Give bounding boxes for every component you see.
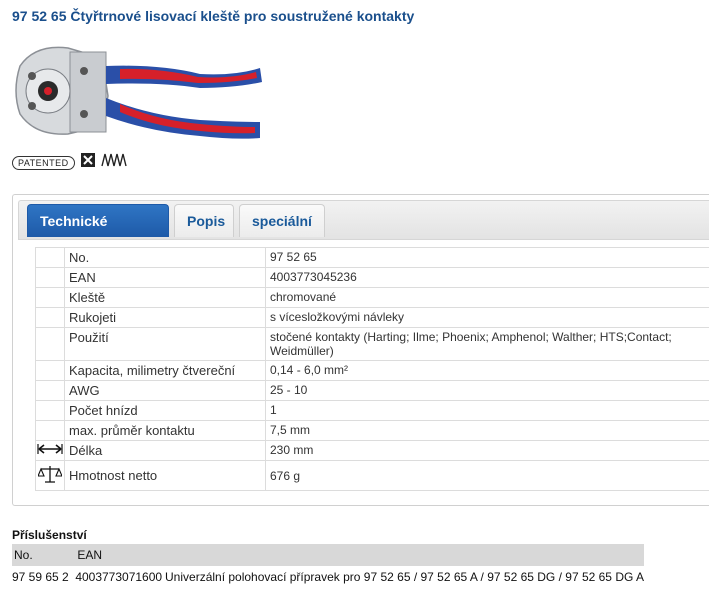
attribute-name: Kleště bbox=[64, 287, 266, 308]
attribute-value: s vícesložkovými návleky bbox=[265, 307, 709, 328]
attribute-name: AWG bbox=[64, 380, 266, 401]
accessory-description: Univerzální polohovací přípravek pro 97 … bbox=[165, 570, 644, 584]
accessory-no: 97 59 65 2 bbox=[12, 570, 69, 584]
attribute-name: Kapacita, milimetry čtvereční bbox=[64, 360, 266, 381]
tab-bar: Technické atributy Popis speciální bbox=[18, 200, 709, 262]
patented-badge: PATENTED bbox=[12, 155, 75, 170]
attribute-name: EAN bbox=[64, 267, 266, 288]
tab-description[interactable]: Popis bbox=[174, 204, 234, 237]
accessory-ean: 4003773071600 bbox=[75, 570, 163, 584]
table-row: 97 59 65 2 4003773071600 Univerzální pol… bbox=[12, 566, 644, 588]
page-title: 97 52 65 Čtyřtrnové lisovací kleště pro … bbox=[12, 8, 415, 24]
product-details-panel: Technické atributy Popis speciální No. 9… bbox=[12, 194, 709, 506]
attribute-name: Počet hnízd bbox=[64, 400, 266, 421]
table-row: Hmotnost netto 676 g bbox=[35, 460, 709, 491]
table-row: Použití stočené kontakty (Harting; Ilme;… bbox=[35, 327, 709, 361]
zigzag-icon bbox=[100, 153, 127, 172]
attribute-value: 0,14 - 6,0 mm² bbox=[265, 360, 709, 381]
attribute-value: 97 52 65 bbox=[265, 247, 709, 268]
technical-attributes-table: No. 97 52 65 EAN 4003773045236 Kleště ch… bbox=[35, 247, 709, 491]
attribute-name: No. bbox=[64, 247, 266, 268]
attribute-name: Použití bbox=[64, 327, 266, 361]
attribute-value: 676 g bbox=[265, 460, 709, 491]
attribute-value: stočené kontakty (Harting; Ilme; Phoenix… bbox=[265, 327, 709, 361]
table-row: Počet hnízd 1 bbox=[35, 400, 709, 421]
attribute-name: max. průměr kontaktu bbox=[64, 420, 266, 441]
table-row: No. 97 52 65 bbox=[35, 247, 709, 268]
length-arrows-icon bbox=[37, 444, 63, 458]
table-row: Rukojeti s vícesložkovými návleky bbox=[35, 307, 709, 328]
tab-special[interactable]: speciální bbox=[239, 204, 325, 237]
attribute-name: Hmotnost netto bbox=[64, 460, 266, 491]
table-row: EAN 4003773045236 bbox=[35, 267, 709, 288]
accessories-table: No. EAN 97 59 65 2 4003773071600 Univerz… bbox=[12, 544, 644, 588]
table-row: max. průměr kontaktu 7,5 mm bbox=[35, 420, 709, 441]
cross-square-icon bbox=[80, 153, 95, 172]
scale-icon bbox=[37, 466, 63, 487]
badge-row: PATENTED bbox=[12, 153, 127, 172]
attribute-value: 230 mm bbox=[265, 440, 709, 461]
attribute-value: chromované bbox=[265, 287, 709, 308]
table-row: Kleště chromované bbox=[35, 287, 709, 308]
column-header-ean: EAN bbox=[75, 544, 166, 566]
attribute-value: 1 bbox=[265, 400, 709, 421]
column-header-description bbox=[165, 544, 644, 566]
attribute-value: 4003773045236 bbox=[265, 267, 709, 288]
attribute-value: 25 - 10 bbox=[265, 380, 709, 401]
table-row: Délka 230 mm bbox=[35, 440, 709, 461]
product-image bbox=[15, 46, 262, 139]
accessories-title: Příslušenství bbox=[12, 528, 87, 542]
column-header-no: No. bbox=[12, 544, 76, 566]
table-header-row: No. EAN bbox=[12, 544, 644, 566]
attribute-name: Rukojeti bbox=[64, 307, 266, 328]
table-row: AWG 25 - 10 bbox=[35, 380, 709, 401]
tab-technical-attributes[interactable]: Technické atributy bbox=[27, 204, 169, 262]
table-row: Kapacita, milimetry čtvereční 0,14 - 6,0… bbox=[35, 360, 709, 381]
attribute-name: Délka bbox=[64, 440, 266, 461]
attribute-value: 7,5 mm bbox=[265, 420, 709, 441]
